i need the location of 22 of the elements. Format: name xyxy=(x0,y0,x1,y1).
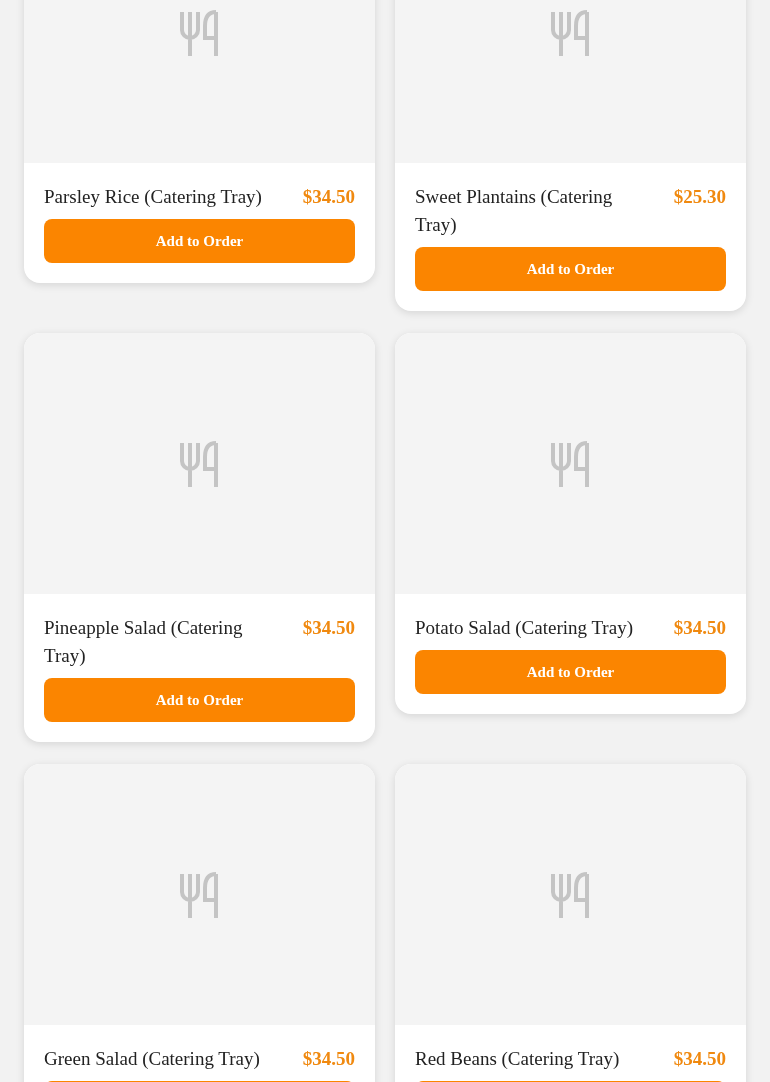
add-to-order-button[interactable]: Add to Order xyxy=(415,247,726,291)
item-name: Red Beans (Catering Tray) xyxy=(415,1047,620,1071)
add-to-order-button[interactable]: Add to Order xyxy=(44,678,355,722)
item-name: Parsley Rice (Catering Tray) xyxy=(44,185,262,209)
item-name: Potato Salad (Catering Tray) xyxy=(415,616,633,640)
utensils-icon xyxy=(549,9,592,56)
item-name: Sweet Plantains (Catering Tray) xyxy=(415,185,614,237)
item-price: $34.50 xyxy=(302,1047,355,1071)
item-price: $34.50 xyxy=(673,1047,726,1071)
item-price: $25.30 xyxy=(673,185,726,209)
add-to-order-button[interactable]: Add to Order xyxy=(44,219,355,263)
item-price: $34.50 xyxy=(673,616,726,640)
item-price: $34.50 xyxy=(302,185,355,209)
item-name: Pineapple Salad (Catering Tray) xyxy=(44,616,244,668)
utensils-icon xyxy=(549,871,592,918)
item-price: $34.50 xyxy=(302,616,355,640)
utensils-icon xyxy=(178,871,221,918)
utensils-icon xyxy=(178,440,221,487)
item-name: Green Salad (Catering Tray) xyxy=(44,1047,260,1071)
add-to-order-button[interactable]: Add to Order xyxy=(415,650,726,694)
utensils-icon xyxy=(178,9,221,56)
utensils-icon xyxy=(549,440,592,487)
